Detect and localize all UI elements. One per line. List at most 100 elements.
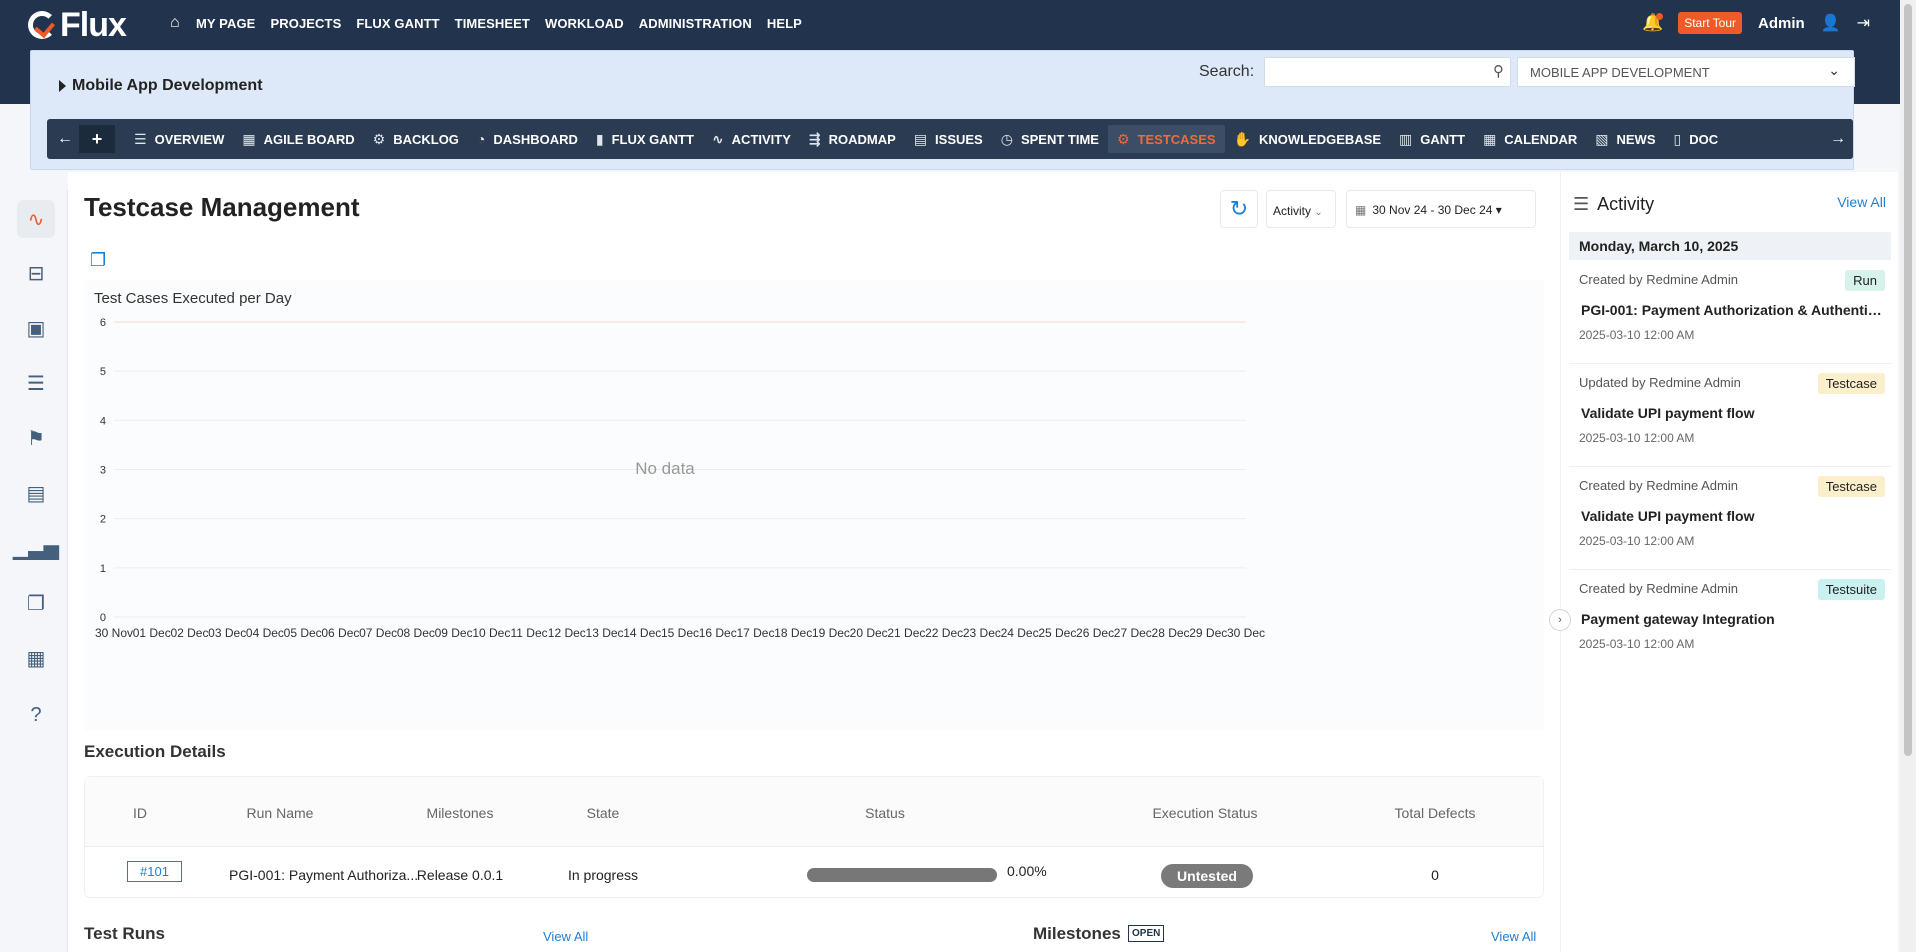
nav-administration[interactable]: ADMINISTRATION: [639, 16, 752, 31]
module-doc[interactable]: ▯ DOC: [1664, 125, 1727, 153]
module-spent-time[interactable]: ◷ SPENT TIME: [992, 125, 1108, 153]
search-input[interactable]: ⚲: [1264, 57, 1511, 87]
copy-icon[interactable]: ❐: [90, 250, 106, 271]
activity-filter-select[interactable]: Activity ⌄: [1266, 190, 1336, 228]
activity-name[interactable]: Validate UPI payment flow: [1581, 508, 1886, 524]
activity-view-all-link[interactable]: View All: [1837, 194, 1886, 210]
x-tick-label: 07 Dec: [359, 626, 397, 640]
module-backlog[interactable]: ⚙ BACKLOG: [364, 125, 468, 153]
module-testcases[interactable]: ⚙ TESTCASES: [1107, 125, 1225, 153]
x-tick-label: 15 Dec: [661, 626, 699, 640]
y-tick-label: 1: [100, 563, 106, 575]
activity-name[interactable]: Payment gateway Integration: [1581, 611, 1886, 627]
page-scrollbar[interactable]: [1900, 0, 1916, 952]
notification-bell-icon[interactable]: 🔔: [1642, 13, 1663, 33]
collapse-panel-chevron-icon[interactable]: ›: [1549, 609, 1571, 631]
activity-item[interactable]: Created by Redmine Admin Run PGI-001: Pa…: [1569, 264, 1891, 364]
module-calendar[interactable]: ▦ CALENDAR: [1474, 125, 1586, 153]
run-id-badge[interactable]: #101: [127, 861, 182, 882]
activity-filter-value: Activity: [1273, 204, 1312, 218]
module-flux-gantt[interactable]: ▮ FLUX GANTT: [587, 125, 703, 153]
logout-icon[interactable]: ⇥: [1857, 13, 1870, 33]
nav-workload[interactable]: WORKLOAD: [545, 16, 624, 31]
refresh-icon[interactable]: ↻: [1220, 190, 1258, 228]
sidebar-table-icon[interactable]: ▦: [17, 639, 55, 677]
activity-tag: Run: [1845, 270, 1885, 291]
sidebar-copy-icon[interactable]: ❐: [17, 584, 55, 622]
project-panel: Mobile App Development Search: ⚲ MOBILE …: [30, 50, 1855, 170]
scroll-left-arrow-icon[interactable]: ←: [51, 130, 79, 148]
status-progress-bar: [807, 868, 997, 882]
x-tick-label: 12 Dec: [548, 626, 586, 640]
module-label: ACTIVITY: [731, 131, 791, 147]
sidebar-checklist-icon[interactable]: ☰: [17, 364, 55, 402]
activity-panel: ☰ Activity View All Monday, March 10, 202…: [1560, 172, 1898, 952]
module-activity[interactable]: ∿ ACTIVITY: [703, 125, 800, 153]
milestones-view-all-link[interactable]: View All: [1491, 929, 1536, 944]
sidebar-briefcase-icon[interactable]: ⊟: [17, 254, 55, 292]
module-label: ROADMAP: [828, 131, 896, 147]
milestone-cell: Release 0.0.1: [416, 867, 504, 883]
module-agile-board[interactable]: ▦ AGILE BOARD: [233, 125, 363, 153]
nav-timesheet[interactable]: TIMESHEET: [455, 16, 530, 31]
x-tick-label: 03 Dec: [208, 626, 246, 640]
activity-name[interactable]: Validate UPI payment flow: [1581, 405, 1886, 421]
state-cell: In progress: [567, 867, 639, 883]
activity-item[interactable]: Created by Redmine Admin Testcase Valida…: [1569, 470, 1891, 570]
nav-my-page[interactable]: MY PAGE: [196, 16, 255, 31]
x-tick-label: 25 Dec: [1038, 626, 1076, 640]
flux-logo[interactable]: Flux: [28, 6, 127, 44]
news-icon: ▧: [1595, 130, 1609, 147]
activity-time: 2025-03-10 12:00 AM: [1579, 534, 1695, 548]
activity-item[interactable]: Updated by Redmine Admin Testcase Valida…: [1569, 367, 1891, 467]
scrollbar-thumb[interactable]: [1904, 4, 1912, 756]
date-range-picker[interactable]: ▦ 30 Nov 24 - 30 Dec 24 ▾: [1346, 190, 1536, 228]
x-tick-label: 24 Dec: [1001, 626, 1039, 640]
search-icon[interactable]: ⚲: [1493, 62, 1504, 80]
sidebar-clipboard-icon[interactable]: ▤: [17, 474, 55, 512]
sidebar-presentation-icon[interactable]: ▣: [17, 309, 55, 347]
column-header-run-name: Run Name: [246, 805, 314, 821]
module-gantt[interactable]: ▥ GANTT: [1390, 125, 1474, 153]
nav-projects[interactable]: PROJECTS: [270, 16, 341, 31]
sidebar-chart-icon[interactable]: ▁▃▅: [13, 529, 59, 567]
user-icon[interactable]: 👤: [1821, 13, 1841, 33]
module-roadmap[interactable]: ⇶ ROADMAP: [800, 125, 905, 153]
module-overview[interactable]: ☰ OVERVIEW: [125, 125, 233, 153]
module-knowledgebase[interactable]: ✋ KNOWLEDGEBASE: [1225, 125, 1391, 153]
module-label: FLUX GANTT: [611, 131, 694, 147]
nav-flux-gantt[interactable]: FLUX GANTT: [356, 16, 439, 31]
x-tick-label: 20 Dec: [850, 626, 888, 640]
nav-help[interactable]: HELP: [767, 16, 802, 31]
home-icon[interactable]: ⌂: [170, 14, 196, 32]
project-title[interactable]: Mobile App Development: [59, 77, 263, 95]
column-header-state: State: [586, 805, 620, 821]
activity-item[interactable]: Created by Redmine Admin Testsuite Payme…: [1569, 573, 1891, 673]
module-label: DOC: [1689, 131, 1719, 147]
run-name-cell[interactable]: PGI-001: Payment Authoriza...: [229, 867, 429, 883]
start-tour-button[interactable]: Start Tour: [1678, 12, 1742, 34]
test-runs-view-all-link[interactable]: View All: [543, 929, 588, 944]
activity-name[interactable]: PGI-001: Payment Authorization & Authent…: [1581, 302, 1886, 318]
module-dashboard[interactable]: ◔ DASHBOARD: [468, 125, 587, 153]
x-tick-label: 26 Dec: [1076, 626, 1114, 640]
project-select-value: MOBILE APP DEVELOPMENT: [1530, 65, 1710, 80]
scroll-right-arrow-icon[interactable]: →: [1823, 119, 1853, 159]
user-name[interactable]: Admin: [1758, 15, 1805, 32]
expand-triangle-icon: [59, 80, 66, 92]
sidebar-help-icon[interactable]: ?: [17, 696, 55, 734]
x-tick-label: 30 Nov: [95, 626, 133, 640]
activity-meta: Updated by Redmine Admin: [1579, 375, 1741, 390]
calendar-icon: ▦: [1483, 130, 1497, 147]
module-label: TESTCASES: [1137, 131, 1216, 147]
run-id-link[interactable]: #101: [127, 861, 182, 882]
activity-tag: Testsuite: [1817, 579, 1885, 600]
activity-time: 2025-03-10 12:00 AM: [1579, 431, 1695, 445]
module-news[interactable]: ▧ NEWS: [1586, 125, 1664, 153]
add-button[interactable]: +: [79, 125, 115, 153]
project-select[interactable]: MOBILE APP DEVELOPMENT ⌄: [1517, 57, 1855, 87]
sidebar-flag-icon[interactable]: ⚑: [17, 419, 55, 457]
module-issues[interactable]: ▤ ISSUES: [905, 125, 992, 153]
sidebar-activity-icon[interactable]: ∿: [17, 200, 55, 238]
chevron-down-icon: ⌄: [1314, 207, 1323, 218]
